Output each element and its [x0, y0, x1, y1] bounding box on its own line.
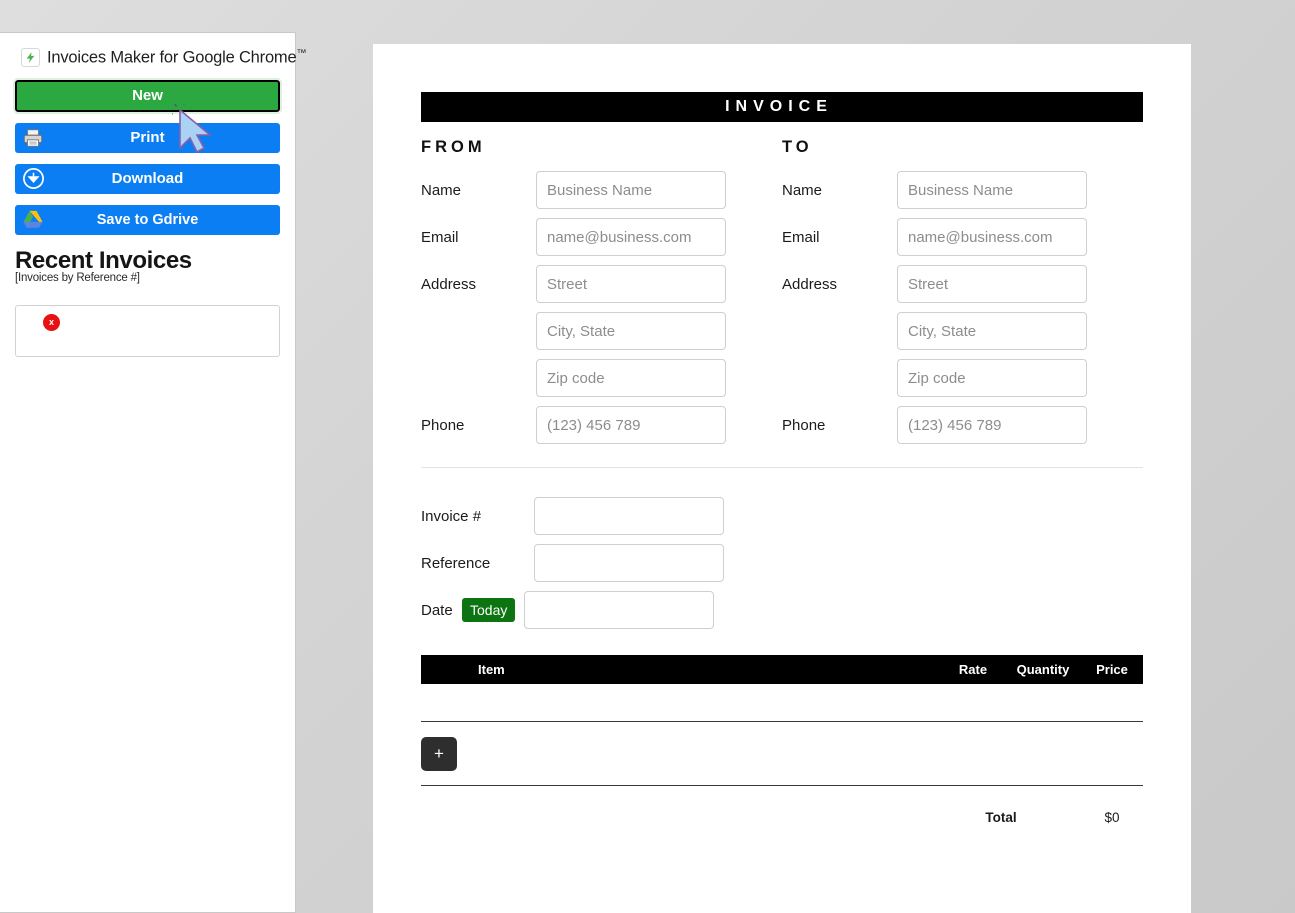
invoice-title-bar: INVOICE	[421, 92, 1143, 122]
print-button[interactable]: Print	[15, 122, 280, 153]
add-row-container: +	[421, 722, 1143, 785]
items-table-header: Item Rate Quantity Price	[421, 655, 1143, 684]
invoice-number-label: Invoice #	[421, 507, 482, 525]
new-invoice-button[interactable]: New	[13, 77, 282, 114]
to-city-input[interactable]	[897, 312, 1087, 350]
from-email-row: Email	[421, 218, 782, 256]
download-label: Download	[111, 170, 184, 187]
from-name-row: Name	[421, 171, 782, 209]
invoice-title: INVOICE	[725, 98, 833, 115]
invoice-meta-section: Invoice # Reference Date Today	[421, 497, 1143, 629]
from-street-row: Address	[421, 265, 782, 303]
date-input[interactable]	[524, 591, 715, 629]
brand-title-text: Invoices Maker for Google Chrome	[47, 48, 297, 67]
items-table-body	[421, 684, 1143, 721]
to-address-label: Address	[782, 275, 838, 293]
brand-header: Invoices Maker for Google Chrome™	[15, 33, 306, 78]
column-header-price: Price	[1096, 662, 1128, 677]
from-email-input[interactable]	[536, 218, 726, 256]
from-phone-input[interactable]	[536, 406, 726, 444]
to-zip-row	[782, 359, 1143, 397]
to-phone-label: Phone	[782, 416, 826, 434]
from-address-label: Address	[421, 275, 477, 293]
print-label: Print	[130, 129, 165, 146]
column-header-quantity: Quantity	[1016, 662, 1070, 677]
from-name-label: Name	[421, 181, 462, 199]
to-zip-input[interactable]	[897, 359, 1087, 397]
to-name-label: Name	[782, 181, 823, 199]
to-heading: TO	[782, 138, 813, 156]
column-header-rate: Rate	[958, 662, 988, 677]
to-email-label: Email	[782, 228, 820, 246]
from-phone-row: Phone	[421, 406, 782, 444]
sidebar-panel: Invoices Maker for Google Chrome™ New Pr…	[0, 32, 306, 913]
to-phone-row: Phone	[782, 406, 1143, 444]
download-button[interactable]: Download	[15, 163, 280, 194]
to-city-row	[782, 312, 1143, 350]
to-name-input[interactable]	[897, 171, 1087, 209]
column-header-item: Item	[478, 662, 505, 677]
reference-row: Reference	[421, 544, 1143, 582]
from-phone-label: Phone	[421, 416, 465, 434]
from-email-label: Email	[421, 228, 459, 246]
recent-invoices-title: Recent Invoices	[15, 246, 192, 274]
reference-label: Reference	[421, 554, 491, 572]
gdrive-label: Save to Gdrive	[96, 211, 199, 228]
delete-invoice-icon[interactable]: x	[43, 313, 60, 331]
date-row: Date Today	[421, 591, 1143, 629]
total-row: Total $0	[421, 810, 1143, 825]
from-zip-input[interactable]	[536, 359, 726, 397]
invoice-number-row: Invoice #	[421, 497, 1143, 535]
to-street-input[interactable]	[897, 265, 1087, 303]
to-party: TO Name Email Address	[782, 138, 1143, 453]
invoice-number-input[interactable]	[534, 497, 724, 535]
download-circle-icon	[20, 166, 46, 192]
add-item-button[interactable]: +	[421, 737, 457, 771]
to-phone-input[interactable]	[897, 406, 1087, 444]
from-city-row	[421, 312, 782, 350]
total-value: $0	[1104, 810, 1120, 825]
section-divider	[421, 467, 1143, 468]
invoice-page: INVOICE FROM Name Email Address	[373, 44, 1191, 913]
to-email-row: Email	[782, 218, 1143, 256]
total-label: Total	[985, 810, 1017, 825]
from-party: FROM Name Email Address	[421, 138, 782, 453]
lightning-bolt-icon	[21, 48, 40, 68]
from-street-input[interactable]	[536, 265, 726, 303]
printer-icon	[20, 125, 46, 151]
reference-input[interactable]	[534, 544, 724, 582]
trademark-symbol: ™	[296, 48, 307, 59]
save-to-gdrive-button[interactable]: Save to Gdrive	[15, 204, 280, 235]
from-name-input[interactable]	[536, 171, 726, 209]
parties-section: FROM Name Email Address	[421, 138, 1143, 453]
from-heading: FROM	[421, 138, 486, 156]
totals-divider	[421, 785, 1143, 786]
from-zip-row	[421, 359, 782, 397]
today-button[interactable]: Today	[462, 598, 516, 622]
to-street-row: Address	[782, 265, 1143, 303]
brand-title: Invoices Maker for Google Chrome™	[47, 48, 306, 68]
to-email-input[interactable]	[897, 218, 1087, 256]
from-city-input[interactable]	[536, 312, 726, 350]
recent-invoices-list: x	[15, 304, 280, 357]
to-name-row: Name	[782, 171, 1143, 209]
new-invoice-label: New	[132, 87, 163, 104]
google-drive-icon	[20, 207, 46, 233]
